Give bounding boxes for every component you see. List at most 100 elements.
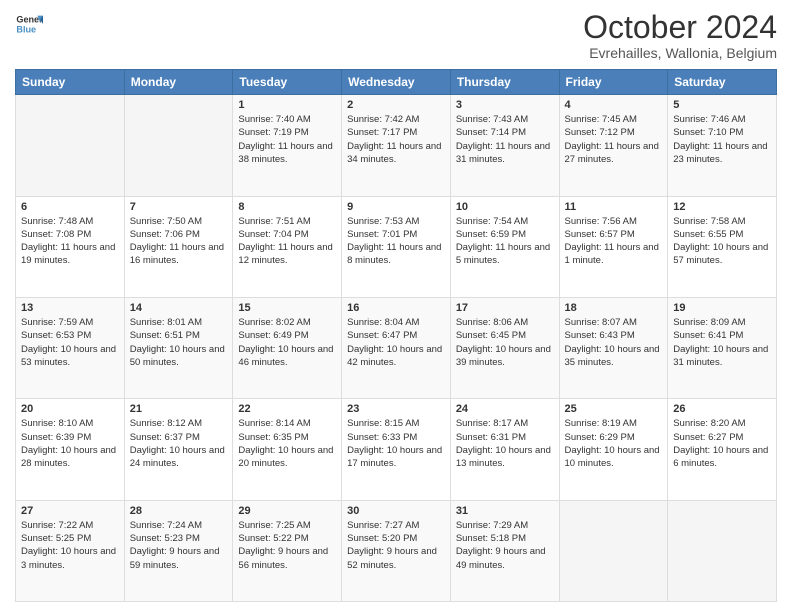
calendar-cell: 30 Sunrise: 7:27 AM Sunset: 5:20 PM Dayli… [342, 500, 451, 601]
day-info: Sunrise: 8:02 AM Sunset: 6:49 PM Dayligh… [238, 316, 336, 369]
day-info: Sunrise: 7:29 AM Sunset: 5:18 PM Dayligh… [456, 519, 554, 572]
day-number: 20 [21, 403, 119, 415]
day-number: 9 [347, 201, 445, 213]
day-number: 5 [673, 99, 771, 111]
calendar-cell: 1 Sunrise: 7:40 AM Sunset: 7:19 PM Daylig… [233, 95, 342, 196]
calendar-week-4: 20 Sunrise: 8:10 AM Sunset: 6:39 PM Dayli… [16, 399, 777, 500]
day-number: 23 [347, 403, 445, 415]
calendar-cell: 29 Sunrise: 7:25 AM Sunset: 5:22 PM Dayli… [233, 500, 342, 601]
day-header-thursday: Thursday [450, 70, 559, 95]
calendar-cell: 13 Sunrise: 7:59 AM Sunset: 6:53 PM Dayli… [16, 297, 125, 398]
day-info: Sunrise: 7:42 AM Sunset: 7:17 PM Dayligh… [347, 113, 445, 166]
day-info: Sunrise: 7:46 AM Sunset: 7:10 PM Dayligh… [673, 113, 771, 166]
day-info: Sunrise: 7:53 AM Sunset: 7:01 PM Dayligh… [347, 215, 445, 268]
day-info: Sunrise: 8:17 AM Sunset: 6:31 PM Dayligh… [456, 417, 554, 470]
calendar-header-row: SundayMondayTuesdayWednesdayThursdayFrid… [16, 70, 777, 95]
calendar-cell: 5 Sunrise: 7:46 AM Sunset: 7:10 PM Daylig… [668, 95, 777, 196]
calendar-cell: 26 Sunrise: 8:20 AM Sunset: 6:27 PM Dayli… [668, 399, 777, 500]
day-number: 4 [565, 99, 663, 111]
calendar-cell: 10Sunrise: 7:54 AM Sunset: 6:59 PM Dayli… [450, 196, 559, 297]
subtitle: Evrehailles, Wallonia, Belgium [583, 45, 777, 61]
day-info: Sunrise: 8:04 AM Sunset: 6:47 PM Dayligh… [347, 316, 445, 369]
day-info: Sunrise: 7:24 AM Sunset: 5:23 PM Dayligh… [130, 519, 228, 572]
day-number: 13 [21, 302, 119, 314]
day-number: 25 [565, 403, 663, 415]
calendar-cell: 14Sunrise: 8:01 AM Sunset: 6:51 PM Dayli… [124, 297, 233, 398]
day-info: Sunrise: 7:48 AM Sunset: 7:08 PM Dayligh… [21, 215, 119, 268]
calendar-cell [559, 500, 668, 601]
day-header-saturday: Saturday [668, 70, 777, 95]
day-info: Sunrise: 8:07 AM Sunset: 6:43 PM Dayligh… [565, 316, 663, 369]
logo: General Blue [15, 10, 43, 38]
day-info: Sunrise: 7:54 AM Sunset: 6:59 PM Dayligh… [456, 215, 554, 268]
calendar-cell: 7 Sunrise: 7:50 AM Sunset: 7:06 PM Daylig… [124, 196, 233, 297]
day-number: 19 [673, 302, 771, 314]
calendar-cell: 2 Sunrise: 7:42 AM Sunset: 7:17 PM Daylig… [342, 95, 451, 196]
calendar-cell: 9 Sunrise: 7:53 AM Sunset: 7:01 PM Daylig… [342, 196, 451, 297]
day-number: 2 [347, 99, 445, 111]
calendar-week-2: 6Sunrise: 7:48 AM Sunset: 7:08 PM Daylig… [16, 196, 777, 297]
day-number: 12 [673, 201, 771, 213]
calendar-cell: 27Sunrise: 7:22 AM Sunset: 5:25 PM Dayli… [16, 500, 125, 601]
day-number: 18 [565, 302, 663, 314]
day-number: 8 [238, 201, 336, 213]
calendar-cell: 6Sunrise: 7:48 AM Sunset: 7:08 PM Daylig… [16, 196, 125, 297]
calendar-cell: 3Sunrise: 7:43 AM Sunset: 7:14 PM Daylig… [450, 95, 559, 196]
day-number: 3 [456, 99, 554, 111]
day-info: Sunrise: 8:10 AM Sunset: 6:39 PM Dayligh… [21, 417, 119, 470]
day-number: 31 [456, 505, 554, 517]
day-info: Sunrise: 8:20 AM Sunset: 6:27 PM Dayligh… [673, 417, 771, 470]
calendar-cell: 8 Sunrise: 7:51 AM Sunset: 7:04 PM Daylig… [233, 196, 342, 297]
day-number: 17 [456, 302, 554, 314]
day-number: 27 [21, 505, 119, 517]
day-info: Sunrise: 7:50 AM Sunset: 7:06 PM Dayligh… [130, 215, 228, 268]
day-number: 16 [347, 302, 445, 314]
calendar-cell: 24 Sunrise: 8:17 AM Sunset: 6:31 PM Dayli… [450, 399, 559, 500]
calendar-cell: 4Sunrise: 7:45 AM Sunset: 7:12 PM Daylig… [559, 95, 668, 196]
day-info: Sunrise: 7:59 AM Sunset: 6:53 PM Dayligh… [21, 316, 119, 369]
day-header-monday: Monday [124, 70, 233, 95]
day-info: Sunrise: 8:12 AM Sunset: 6:37 PM Dayligh… [130, 417, 228, 470]
calendar-week-1: 1 Sunrise: 7:40 AM Sunset: 7:19 PM Daylig… [16, 95, 777, 196]
day-header-tuesday: Tuesday [233, 70, 342, 95]
calendar-cell: 23 Sunrise: 8:15 AM Sunset: 6:33 PM Dayli… [342, 399, 451, 500]
page: General Blue October 2024 Evrehailles, W… [0, 0, 792, 612]
day-number: 30 [347, 505, 445, 517]
calendar-cell: 18 Sunrise: 8:07 AM Sunset: 6:43 PM Dayli… [559, 297, 668, 398]
day-number: 11 [565, 201, 663, 213]
day-header-wednesday: Wednesday [342, 70, 451, 95]
day-info: Sunrise: 8:14 AM Sunset: 6:35 PM Dayligh… [238, 417, 336, 470]
calendar-cell: 12Sunrise: 7:58 AM Sunset: 6:55 PM Dayli… [668, 196, 777, 297]
day-info: Sunrise: 7:51 AM Sunset: 7:04 PM Dayligh… [238, 215, 336, 268]
day-number: 24 [456, 403, 554, 415]
day-header-friday: Friday [559, 70, 668, 95]
day-info: Sunrise: 7:25 AM Sunset: 5:22 PM Dayligh… [238, 519, 336, 572]
day-header-sunday: Sunday [16, 70, 125, 95]
title-section: October 2024 Evrehailles, Wallonia, Belg… [583, 10, 777, 61]
calendar-cell [668, 500, 777, 601]
calendar-cell [124, 95, 233, 196]
day-number: 7 [130, 201, 228, 213]
day-info: Sunrise: 8:06 AM Sunset: 6:45 PM Dayligh… [456, 316, 554, 369]
day-number: 26 [673, 403, 771, 415]
day-number: 29 [238, 505, 336, 517]
calendar-week-5: 27Sunrise: 7:22 AM Sunset: 5:25 PM Dayli… [16, 500, 777, 601]
calendar-cell: 17 Sunrise: 8:06 AM Sunset: 6:45 PM Dayli… [450, 297, 559, 398]
calendar-cell: 16 Sunrise: 8:04 AM Sunset: 6:47 PM Dayli… [342, 297, 451, 398]
day-info: Sunrise: 8:01 AM Sunset: 6:51 PM Dayligh… [130, 316, 228, 369]
calendar-cell: 28 Sunrise: 7:24 AM Sunset: 5:23 PM Dayli… [124, 500, 233, 601]
day-info: Sunrise: 8:19 AM Sunset: 6:29 PM Dayligh… [565, 417, 663, 470]
day-number: 1 [238, 99, 336, 111]
day-info: Sunrise: 7:27 AM Sunset: 5:20 PM Dayligh… [347, 519, 445, 572]
calendar-cell: 11 Sunrise: 7:56 AM Sunset: 6:57 PM Dayli… [559, 196, 668, 297]
header: General Blue October 2024 Evrehailles, W… [15, 10, 777, 61]
calendar-cell: 20 Sunrise: 8:10 AM Sunset: 6:39 PM Dayli… [16, 399, 125, 500]
day-info: Sunrise: 7:40 AM Sunset: 7:19 PM Dayligh… [238, 113, 336, 166]
day-info: Sunrise: 8:09 AM Sunset: 6:41 PM Dayligh… [673, 316, 771, 369]
calendar-cell: 25 Sunrise: 8:19 AM Sunset: 6:29 PM Dayli… [559, 399, 668, 500]
calendar-cell: 21Sunrise: 8:12 AM Sunset: 6:37 PM Dayli… [124, 399, 233, 500]
svg-text:Blue: Blue [16, 24, 36, 34]
day-number: 28 [130, 505, 228, 517]
day-info: Sunrise: 7:56 AM Sunset: 6:57 PM Dayligh… [565, 215, 663, 268]
day-info: Sunrise: 8:15 AM Sunset: 6:33 PM Dayligh… [347, 417, 445, 470]
